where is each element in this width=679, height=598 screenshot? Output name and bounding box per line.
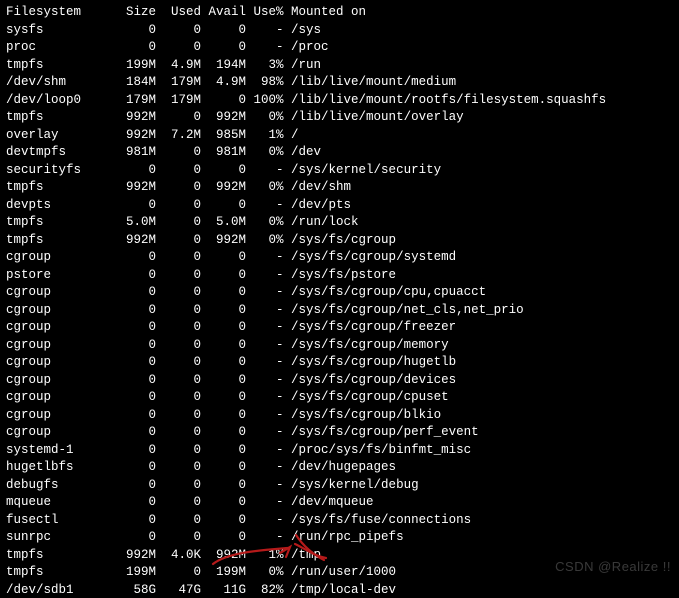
table-row: systemd-1 0 0 0 - /proc/sys/fs/binfmt_mi… bbox=[6, 442, 673, 460]
table-row: debugfs 0 0 0 - /sys/kernel/debug bbox=[6, 477, 673, 495]
table-row: hugetlbfs 0 0 0 - /dev/hugepages bbox=[6, 459, 673, 477]
table-row: /dev/loop0 179M 179M 0 100% /lib/live/mo… bbox=[6, 92, 673, 110]
table-row: cgroup 0 0 0 - /sys/fs/cgroup/freezer bbox=[6, 319, 673, 337]
table-row: tmpfs 992M 0 992M 0% /sys/fs/cgroup bbox=[6, 232, 673, 250]
table-row: cgroup 0 0 0 - /sys/fs/cgroup/systemd bbox=[6, 249, 673, 267]
table-row: sysfs 0 0 0 - /sys bbox=[6, 22, 673, 40]
table-row: pstore 0 0 0 - /sys/fs/pstore bbox=[6, 267, 673, 285]
table-row: fusectl 0 0 0 - /sys/fs/fuse/connections bbox=[6, 512, 673, 530]
table-row: devtmpfs 981M 0 981M 0% /dev bbox=[6, 144, 673, 162]
table-row: /dev/shm 184M 179M 4.9M 98% /lib/live/mo… bbox=[6, 74, 673, 92]
table-row: cgroup 0 0 0 - /sys/fs/cgroup/cpu,cpuacc… bbox=[6, 284, 673, 302]
table-row: cgroup 0 0 0 - /sys/fs/cgroup/hugetlb bbox=[6, 354, 673, 372]
table-row: tmpfs 5.0M 0 5.0M 0% /run/lock bbox=[6, 214, 673, 232]
table-row: cgroup 0 0 0 - /sys/fs/cgroup/net_cls,ne… bbox=[6, 302, 673, 320]
terminal-output: Filesystem Size Used Avail Use% Mounted … bbox=[0, 0, 679, 598]
watermark-text: CSDN @Realize !! bbox=[555, 558, 671, 576]
table-row: mqueue 0 0 0 - /dev/mqueue bbox=[6, 494, 673, 512]
table-row: /dev/sdb1 58G 47G 11G 82% /tmp/local-dev bbox=[6, 582, 673, 598]
table-row: overlay 992M 7.2M 985M 1% / bbox=[6, 127, 673, 145]
table-row: devpts 0 0 0 - /dev/pts bbox=[6, 197, 673, 215]
table-body: sysfs 0 0 0 - /sysproc 0 0 0 - /proctmpf… bbox=[6, 22, 673, 598]
table-row: cgroup 0 0 0 - /sys/fs/cgroup/cpuset bbox=[6, 389, 673, 407]
table-row: securityfs 0 0 0 - /sys/kernel/security bbox=[6, 162, 673, 180]
table-row: cgroup 0 0 0 - /sys/fs/cgroup/blkio bbox=[6, 407, 673, 425]
table-row: tmpfs 199M 4.9M 194M 3% /run bbox=[6, 57, 673, 75]
table-header-row: Filesystem Size Used Avail Use% Mounted … bbox=[6, 4, 673, 22]
table-row: cgroup 0 0 0 - /sys/fs/cgroup/memory bbox=[6, 337, 673, 355]
table-row: sunrpc 0 0 0 - /run/rpc_pipefs bbox=[6, 529, 673, 547]
table-row: cgroup 0 0 0 - /sys/fs/cgroup/perf_event bbox=[6, 424, 673, 442]
table-row: tmpfs 992M 0 992M 0% /lib/live/mount/ove… bbox=[6, 109, 673, 127]
table-row: cgroup 0 0 0 - /sys/fs/cgroup/devices bbox=[6, 372, 673, 390]
table-row: proc 0 0 0 - /proc bbox=[6, 39, 673, 57]
table-row: tmpfs 992M 0 992M 0% /dev/shm bbox=[6, 179, 673, 197]
